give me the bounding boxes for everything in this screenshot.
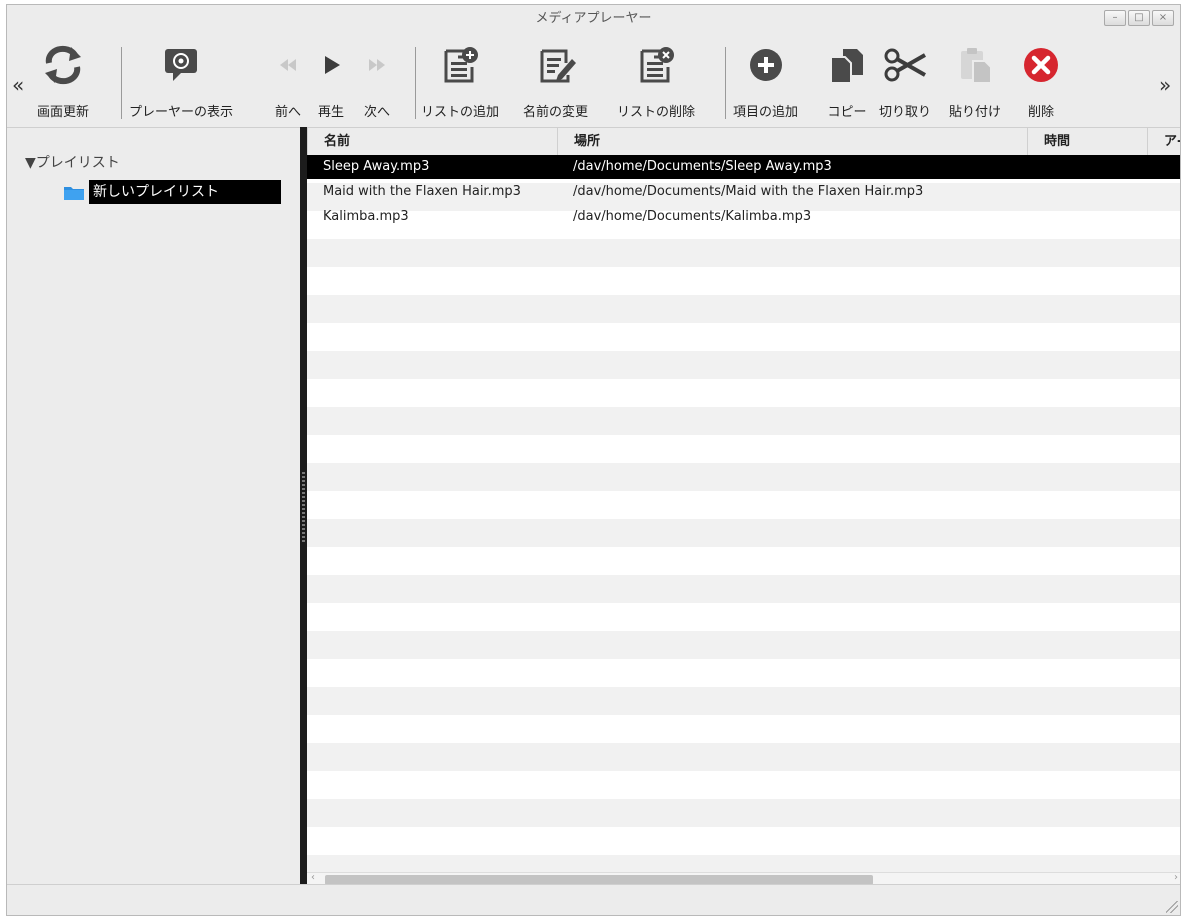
column-header-location[interactable]: 場所	[557, 128, 1027, 156]
next-icon	[362, 43, 392, 87]
column-header-name[interactable]: 名前	[307, 128, 557, 156]
toolbar-scroll-left-icon[interactable]: «	[12, 73, 24, 97]
refresh-icon	[41, 43, 85, 87]
maximize-button[interactable]: □	[1128, 10, 1150, 26]
track-table: 名前 場所 時間 ア- Sleep Away.mp3 /dav/home/Doc…	[307, 127, 1180, 887]
delete-list-button[interactable]: リストの削除	[617, 33, 695, 120]
toolbar: « 画面更新 プレーヤーの表示 前へ 再生 次へ リストの追加 名前の変更 リス…	[7, 33, 1180, 127]
pane-splitter[interactable]	[300, 127, 307, 887]
play-icon	[316, 43, 346, 87]
rename-button[interactable]: 名前の変更	[523, 33, 588, 120]
playlist-tree-root[interactable]: ▼プレイリスト	[25, 152, 120, 172]
toolbar-separator	[725, 47, 726, 119]
window-title: メディアプレーヤー	[535, 11, 652, 26]
splitter-grip[interactable]	[302, 472, 305, 542]
cell-name: Kalimba.mp3	[323, 209, 409, 224]
add-list-label: リストの追加	[421, 105, 500, 120]
media-player-window: メディアプレーヤー – □ × « 画面更新 プレーヤーの表示 前へ 再生 次へ…	[6, 4, 1181, 916]
table-row[interactable]: Maid with the Flaxen Hair.mp3 /dav/home/…	[307, 180, 1180, 204]
table-body: Sleep Away.mp3 /dav/home/Documents/Sleep…	[307, 155, 1180, 873]
toolbar-separator	[415, 47, 416, 119]
toolbar-separator	[121, 47, 122, 119]
resize-grip-icon[interactable]	[1166, 901, 1178, 913]
table-row[interactable]: Sleep Away.mp3 /dav/home/Documents/Sleep…	[307, 155, 1180, 179]
paste-button[interactable]: 貼り付け	[949, 33, 1001, 120]
play-button[interactable]: 再生	[316, 33, 346, 120]
minimize-button[interactable]: –	[1104, 10, 1126, 26]
next-button[interactable]: 次へ	[362, 33, 392, 120]
scissors-icon	[883, 43, 927, 87]
cell-location: /dav/home/Documents/Kalimba.mp3	[573, 209, 812, 224]
status-bar	[7, 884, 1180, 915]
playlist-sidebar: ▼プレイリスト 新しいプレイリスト	[7, 127, 300, 888]
column-header-duration[interactable]: 時間	[1027, 128, 1147, 156]
add-item-button[interactable]: 項目の追加	[733, 33, 798, 120]
add-circle-icon	[744, 43, 788, 87]
play-label: 再生	[317, 105, 344, 120]
delete-button[interactable]: 削除	[1019, 33, 1063, 120]
window-controls: – □ ×	[1104, 10, 1174, 26]
cell-location: /dav/home/Documents/Sleep Away.mp3	[573, 159, 832, 174]
refresh-button[interactable]: 画面更新	[37, 33, 89, 120]
delete-icon	[1019, 43, 1063, 87]
copy-button[interactable]: コピー	[825, 33, 869, 120]
paste-label: 貼り付け	[949, 105, 1002, 120]
show-player-label: プレーヤーの表示	[129, 105, 234, 120]
table-row[interactable]: Kalimba.mp3 /dav/home/Documents/Kalimba.…	[307, 205, 1180, 229]
table-header: 名前 場所 時間 ア-	[307, 127, 1180, 156]
scroll-right-arrow-icon[interactable]: ›	[1174, 872, 1178, 883]
delete-label: 削除	[1027, 105, 1054, 120]
next-label: 次へ	[363, 105, 390, 120]
show-player-button[interactable]: プレーヤーの表示	[129, 33, 233, 120]
add-item-label: 項目の追加	[733, 105, 799, 120]
previous-icon	[273, 43, 303, 87]
playlist-name: 新しいプレイリスト	[89, 180, 281, 204]
paste-icon	[953, 43, 997, 87]
close-button[interactable]: ×	[1152, 10, 1174, 26]
refresh-label: 画面更新	[37, 105, 90, 120]
folder-icon	[63, 184, 85, 200]
cut-button[interactable]: 切り取り	[879, 33, 931, 120]
speech-bubble-icon	[159, 43, 203, 87]
list-delete-icon	[634, 43, 678, 87]
previous-button[interactable]: 前へ	[273, 33, 303, 120]
add-list-button[interactable]: リストの追加	[421, 33, 499, 120]
rename-label: 名前の変更	[523, 105, 589, 120]
copy-icon	[825, 43, 869, 87]
column-header-artist[interactable]: ア-	[1147, 128, 1180, 156]
cell-name: Maid with the Flaxen Hair.mp3	[323, 184, 521, 199]
previous-label: 前へ	[274, 105, 301, 120]
list-add-icon	[438, 43, 482, 87]
rename-icon	[534, 43, 578, 87]
cell-location: /dav/home/Documents/Maid with the Flaxen…	[573, 184, 924, 199]
title-bar: メディアプレーヤー – □ ×	[7, 5, 1180, 33]
scroll-left-arrow-icon[interactable]: ‹	[311, 872, 315, 883]
delete-list-label: リストの削除	[617, 105, 696, 120]
copy-label: コピー	[827, 105, 867, 120]
cell-name: Sleep Away.mp3	[323, 159, 430, 174]
cut-label: 切り取り	[879, 105, 932, 120]
toolbar-scroll-right-icon[interactable]: »	[1159, 73, 1171, 97]
playlist-tree-item[interactable]: 新しいプレイリスト	[63, 180, 281, 204]
